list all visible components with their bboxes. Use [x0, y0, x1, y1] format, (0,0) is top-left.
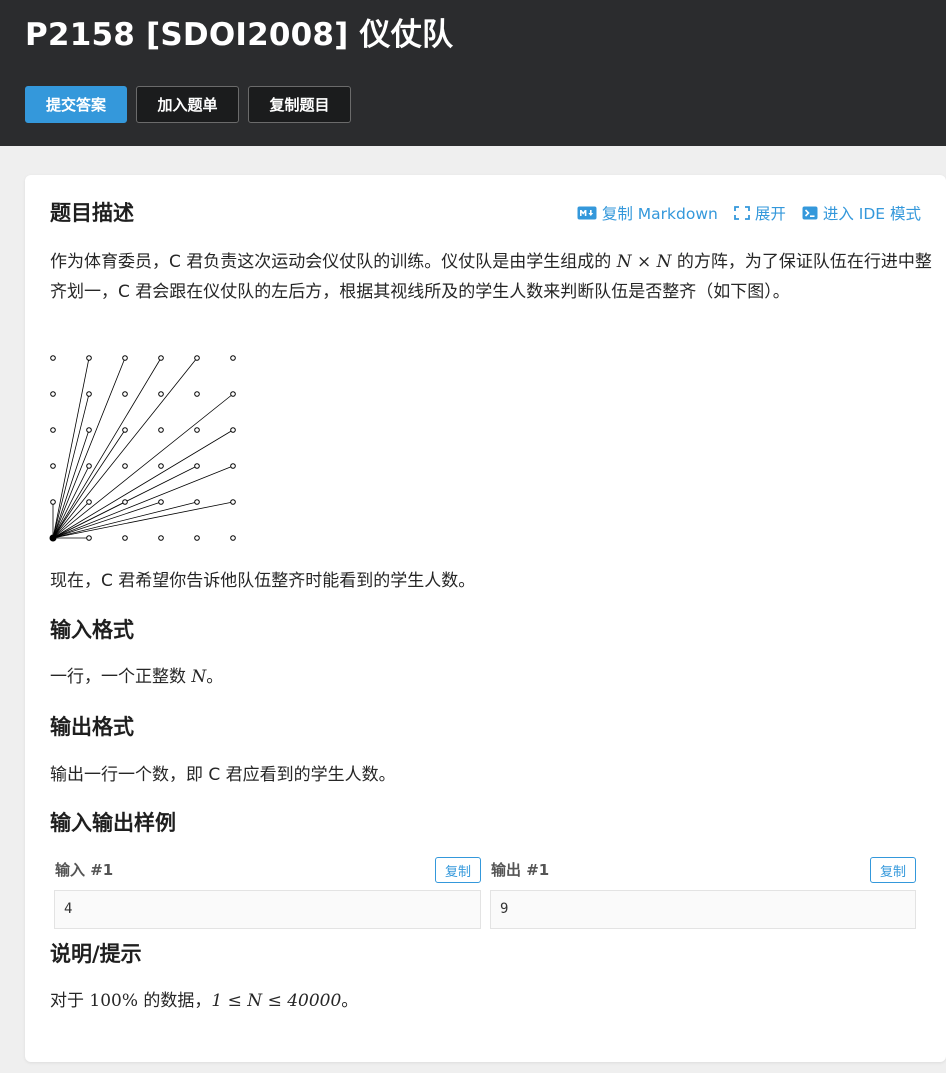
- copy-markdown-label: 复制 Markdown: [601, 205, 718, 223]
- copy-problem-button[interactable]: 复制题目: [248, 86, 351, 123]
- description-text-1: 作为体育委员，C 君负责这次运动会仪仗队的训练。仪仗队是由学生组成的: [50, 252, 617, 272]
- header-actions: 提交答案 加入题单 复制题目: [25, 86, 351, 123]
- problem-toolbar: 复制 Markdown 展开 进入 IDE 模式: [577, 202, 921, 224]
- expand-button[interactable]: 展开: [733, 202, 786, 224]
- output-format-text: 输出一行一个数，即 C 君应看到的学生人数。: [50, 765, 396, 785]
- sample-input-box[interactable]: 4: [54, 890, 481, 929]
- input-format-math-n: N: [191, 667, 207, 687]
- terminal-icon: [802, 206, 818, 220]
- markdown-icon: [577, 206, 597, 220]
- sample-output-box[interactable]: 9: [490, 890, 916, 929]
- submit-answer-button[interactable]: 提交答案: [25, 86, 127, 123]
- description-heading: 题目描述: [50, 201, 134, 225]
- problem-card: 题目描述 复制 Markdown 展开 进入 IDE 模式 作为体育委员，C 君…: [25, 175, 946, 1062]
- input-format-text-a: 一行，一个正整数: [50, 667, 192, 687]
- input-format-text: 一行，一个正整数 N。: [50, 662, 934, 692]
- hint-text-c: 。: [341, 991, 359, 1011]
- formation-diagram: [49, 355, 236, 542]
- sample-output-label: 输出 #1: [491, 861, 550, 879]
- samples-heading: 输入输出样例: [50, 811, 176, 835]
- description-paragraph-2: 现在，C 君希望你告诉他队伍整齐时能看到的学生人数。: [50, 571, 476, 591]
- sample-input-label: 输入 #1: [55, 861, 114, 879]
- hint-text-a: 对于: [50, 991, 90, 1011]
- hint-math-range: 1 ≤ N ≤ 40000: [211, 991, 342, 1011]
- add-to-list-button[interactable]: 加入题单: [136, 86, 239, 123]
- hint-text-b: 的数据，: [138, 991, 212, 1011]
- problem-header: P2158 [SDOI2008] 仪仗队 提交答案 加入题单 复制题目: [0, 0, 946, 146]
- output-format-heading: 输出格式: [50, 715, 134, 739]
- input-format-heading: 输入格式: [50, 618, 134, 642]
- copy-input-button[interactable]: 复制: [435, 857, 481, 883]
- copy-output-button[interactable]: 复制: [870, 857, 916, 883]
- description-paragraph: 作为体育委员，C 君负责这次运动会仪仗队的训练。仪仗队是由学生组成的 N × N…: [50, 247, 934, 307]
- expand-icon: [733, 206, 750, 220]
- ide-mode-button[interactable]: 进入 IDE 模式: [802, 202, 921, 224]
- hint-text: 对于 100% 的数据，1 ≤ N ≤ 40000。: [50, 986, 934, 1016]
- description-math-n-by-n: N × N: [616, 252, 672, 272]
- problem-title: P2158 [SDOI2008] 仪仗队: [25, 17, 454, 53]
- copy-markdown-button[interactable]: 复制 Markdown: [577, 202, 718, 224]
- expand-label: 展开: [754, 205, 786, 223]
- hint-heading: 说明/提示: [50, 942, 142, 966]
- hint-math-percent: 100%: [89, 991, 139, 1011]
- ide-mode-label: 进入 IDE 模式: [822, 205, 921, 223]
- input-format-text-b: 。: [206, 667, 224, 687]
